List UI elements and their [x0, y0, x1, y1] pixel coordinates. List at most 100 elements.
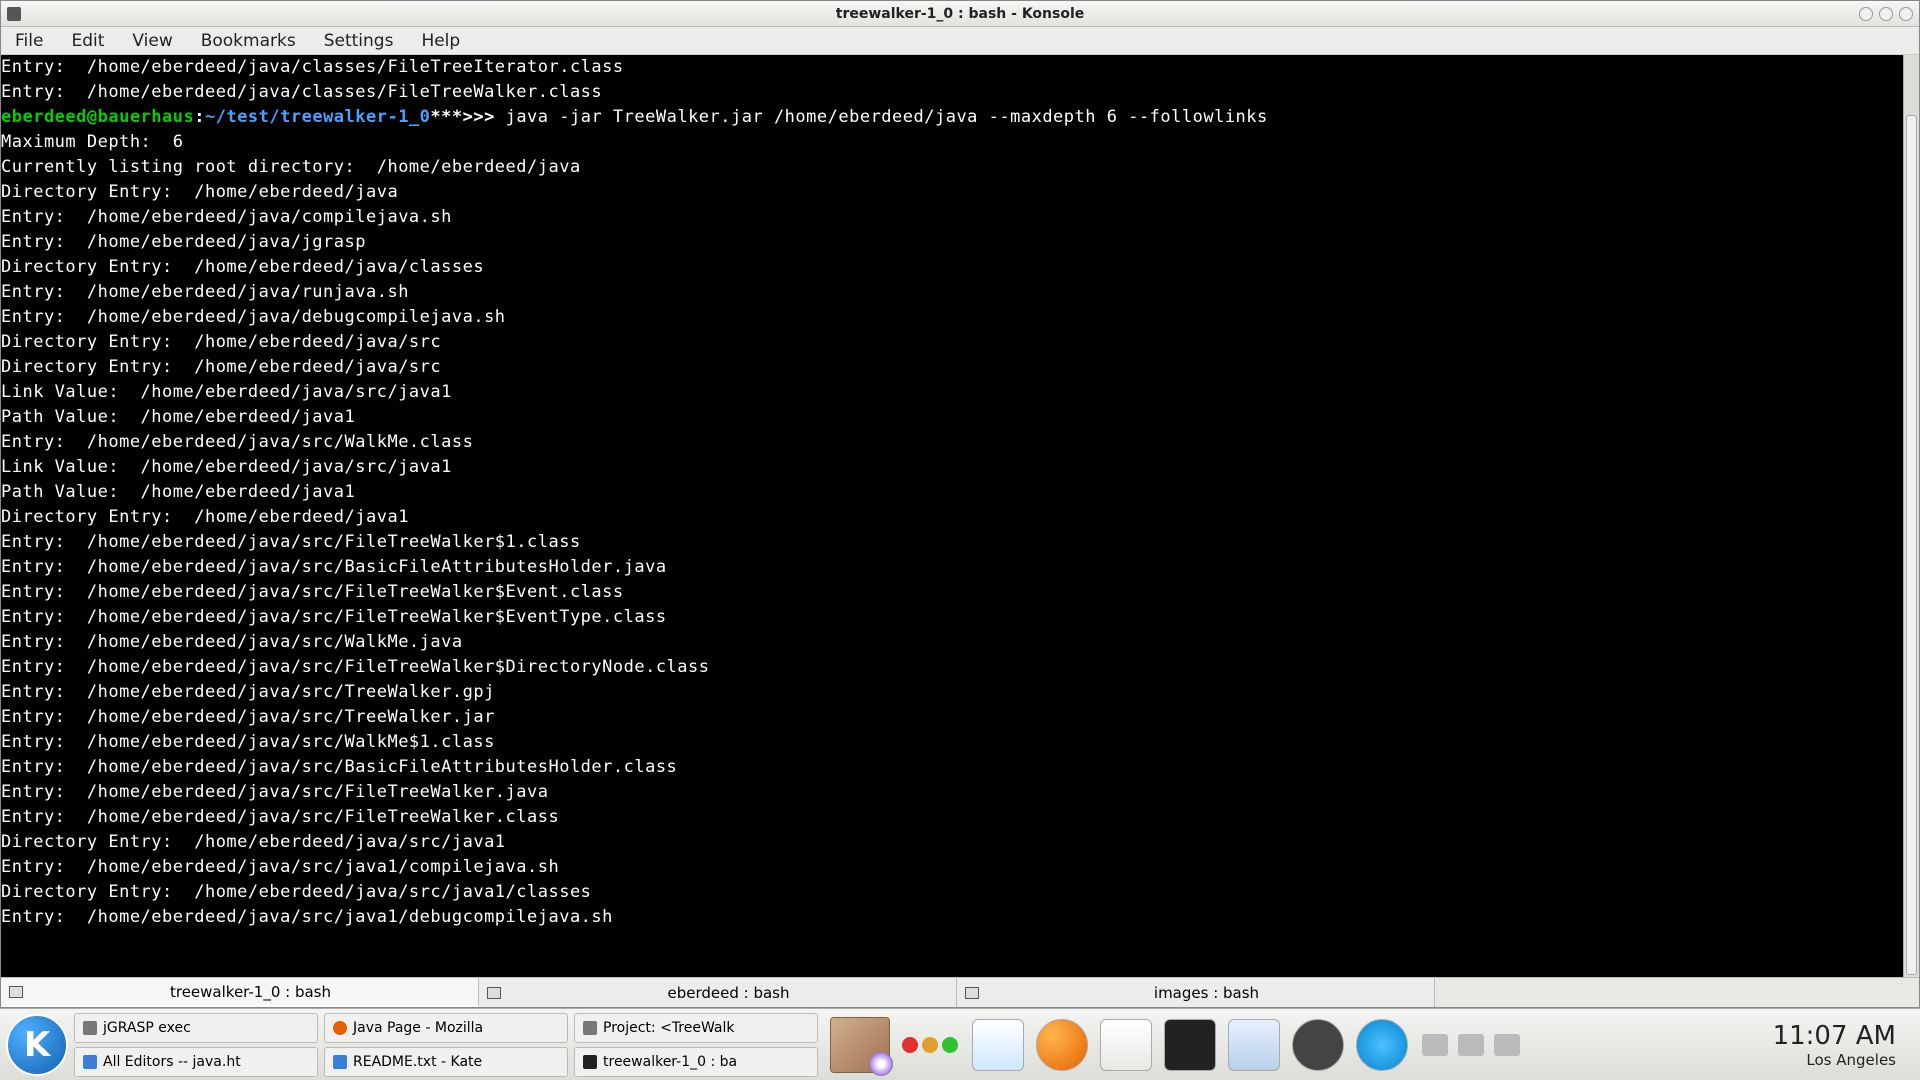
clock[interactable]: 11:07 AM Los Angeles [1773, 1021, 1914, 1069]
konsole-window: treewalker-1_0 : bash - Konsole File Edi… [0, 0, 1920, 1008]
app-icon [83, 1021, 97, 1035]
red-dot-icon [902, 1037, 918, 1053]
task-column-1: jGRASP exec All Editors -- java.ht [74, 1013, 318, 1077]
terminal-line: Entry: /home/eberdeed/java/classes/FileT… [1, 80, 1903, 105]
terminal-line: Path Value: /home/eberdeed/java1 [1, 405, 1903, 430]
package-widget[interactable] [830, 1017, 890, 1073]
desktop-panel: K jGRASP exec All Editors -- java.ht Jav… [0, 1008, 1920, 1080]
prompt-marker: ***>>> [430, 107, 505, 127]
hp-launcher[interactable] [1356, 1019, 1408, 1071]
terminal-line: Entry: /home/eberdeed/java/compilejava.s… [1, 205, 1903, 230]
writer-launcher[interactable] [972, 1019, 1024, 1071]
menubar: File Edit View Bookmarks Settings Help [1, 27, 1919, 55]
window-title: treewalker-1_0 : bash - Konsole [1, 6, 1919, 22]
scrollbar[interactable] [1903, 55, 1919, 977]
minimize-button[interactable] [1859, 7, 1873, 21]
terminal-line: Entry: /home/eberdeed/java/src/java1/deb… [1, 905, 1903, 930]
keyboard-icon[interactable] [1422, 1034, 1448, 1056]
menu-edit[interactable]: Edit [65, 29, 110, 53]
tab-label: eberdeed : bash [509, 984, 948, 1002]
terminal-line: Entry: /home/eberdeed/java/runjava.sh [1, 280, 1903, 305]
terminal-line: Entry: /home/eberdeed/java/src/FileTreeW… [1, 805, 1903, 830]
task-label: All Editors -- java.ht [103, 1054, 241, 1070]
kate-launcher[interactable] [1100, 1019, 1152, 1071]
task-label: README.txt - Kate [353, 1054, 482, 1070]
clock-location: Los Angeles [1773, 1051, 1896, 1069]
task-label: Project: <TreeWalk [603, 1020, 735, 1036]
clock-time: 11:07 AM [1773, 1021, 1896, 1051]
terminal-line: Directory Entry: /home/eberdeed/java/src [1, 330, 1903, 355]
task-label: Java Page - Mozilla [353, 1020, 483, 1036]
menu-bookmarks[interactable]: Bookmarks [195, 29, 302, 53]
amber-dot-icon [922, 1037, 938, 1053]
volume-icon[interactable] [1458, 1034, 1484, 1056]
files-launcher[interactable] [1228, 1019, 1280, 1071]
steam-launcher[interactable] [1292, 1019, 1344, 1071]
titlebar[interactable]: treewalker-1_0 : bash - Konsole [1, 1, 1919, 27]
firefox-launcher[interactable] [1036, 1019, 1088, 1071]
task-jgrasp[interactable]: jGRASP exec [74, 1013, 318, 1043]
terminal-line: Entry: /home/eberdeed/java/src/FileTreeW… [1, 605, 1903, 630]
launcher-icons [972, 1019, 1408, 1071]
task-label: treewalker-1_0 : ba [603, 1054, 737, 1070]
task-readme[interactable]: README.txt - Kate [324, 1047, 568, 1077]
task-all-editors[interactable]: All Editors -- java.ht [74, 1047, 318, 1077]
app-icon [583, 1021, 597, 1035]
terminal-line: Directory Entry: /home/eberdeed/java/cla… [1, 255, 1903, 280]
menu-view[interactable]: View [126, 29, 178, 53]
task-project[interactable]: Project: <TreeWalk [574, 1013, 818, 1043]
tab-treewalker[interactable]: treewalker-1_0 : bash [1, 978, 479, 1007]
task-label: jGRASP exec [103, 1020, 191, 1036]
tab-label: images : bash [987, 984, 1426, 1002]
tab-images[interactable]: images : bash [957, 978, 1435, 1007]
terminal-line: Link Value: /home/eberdeed/java/src/java… [1, 380, 1903, 405]
terminal-line: Entry: /home/eberdeed/java/src/WalkMe.ja… [1, 630, 1903, 655]
terminal-line: Maximum Depth: 6 [1, 130, 1903, 155]
tab-eberdeed[interactable]: eberdeed : bash [479, 978, 957, 1007]
prompt-separator: : [194, 107, 205, 127]
terminal-line: Entry: /home/eberdeed/java/debugcompilej… [1, 305, 1903, 330]
konsole-launcher[interactable] [1164, 1019, 1216, 1071]
terminal-line: Directory Entry: /home/eberdeed/java1 [1, 505, 1903, 530]
terminal-icon [487, 987, 501, 999]
tab-label: treewalker-1_0 : bash [31, 983, 470, 1001]
terminal-line: Entry: /home/eberdeed/java/src/WalkMe.cl… [1, 430, 1903, 455]
konsole-tabbar: treewalker-1_0 : bash eberdeed : bash im… [1, 977, 1919, 1007]
terminal-line: Entry: /home/eberdeed/java/classes/FileT… [1, 55, 1903, 80]
terminal-line: Directory Entry: /home/eberdeed/java [1, 180, 1903, 205]
terminal-line: Entry: /home/eberdeed/java/jgrasp [1, 230, 1903, 255]
menu-settings[interactable]: Settings [318, 29, 400, 53]
terminal-line: Link Value: /home/eberdeed/java/src/java… [1, 455, 1903, 480]
terminal-line: Directory Entry: /home/eberdeed/java/src… [1, 880, 1903, 905]
prompt-command: java -jar TreeWalker.jar /home/eberdeed/… [506, 107, 1268, 127]
task-konsole[interactable]: treewalker-1_0 : ba [574, 1047, 818, 1077]
terminal-icon [583, 1055, 597, 1069]
terminal[interactable]: Entry: /home/eberdeed/java/classes/FileT… [1, 55, 1903, 977]
green-dot-icon [942, 1037, 958, 1053]
terminal-line: Entry: /home/eberdeed/java/src/BasicFile… [1, 555, 1903, 580]
kickoff-menu[interactable]: K [6, 1014, 68, 1076]
traffic-widget[interactable] [902, 1037, 958, 1053]
task-column-2: Java Page - Mozilla README.txt - Kate [324, 1013, 568, 1077]
disc-icon [869, 1052, 893, 1076]
system-tray [1422, 1034, 1520, 1056]
kate-icon [333, 1055, 347, 1069]
prompt-user-host: eberdeed@bauerhaus [1, 107, 194, 127]
terminal-icon [9, 986, 23, 998]
task-firefox[interactable]: Java Page - Mozilla [324, 1013, 568, 1043]
terminal-line: Entry: /home/eberdeed/java/src/FileTreeW… [1, 530, 1903, 555]
terminal-line: Entry: /home/eberdeed/java/src/java1/com… [1, 855, 1903, 880]
terminal-icon [965, 987, 979, 999]
menu-file[interactable]: File [9, 29, 49, 53]
menu-help[interactable]: Help [415, 29, 466, 53]
terminal-wrap: Entry: /home/eberdeed/java/classes/FileT… [1, 55, 1919, 977]
prompt-line: eberdeed@bauerhaus:~/test/treewalker-1_0… [1, 105, 1903, 130]
window-controls [1859, 7, 1913, 21]
terminal-line: Currently listing root directory: /home/… [1, 155, 1903, 180]
scroll-thumb[interactable] [1906, 115, 1917, 975]
terminal-line: Entry: /home/eberdeed/java/src/TreeWalke… [1, 705, 1903, 730]
maximize-button[interactable] [1879, 7, 1893, 21]
clipboard-icon[interactable] [1494, 1034, 1520, 1056]
terminal-line: Entry: /home/eberdeed/java/src/WalkMe$1.… [1, 730, 1903, 755]
close-button[interactable] [1899, 7, 1913, 21]
